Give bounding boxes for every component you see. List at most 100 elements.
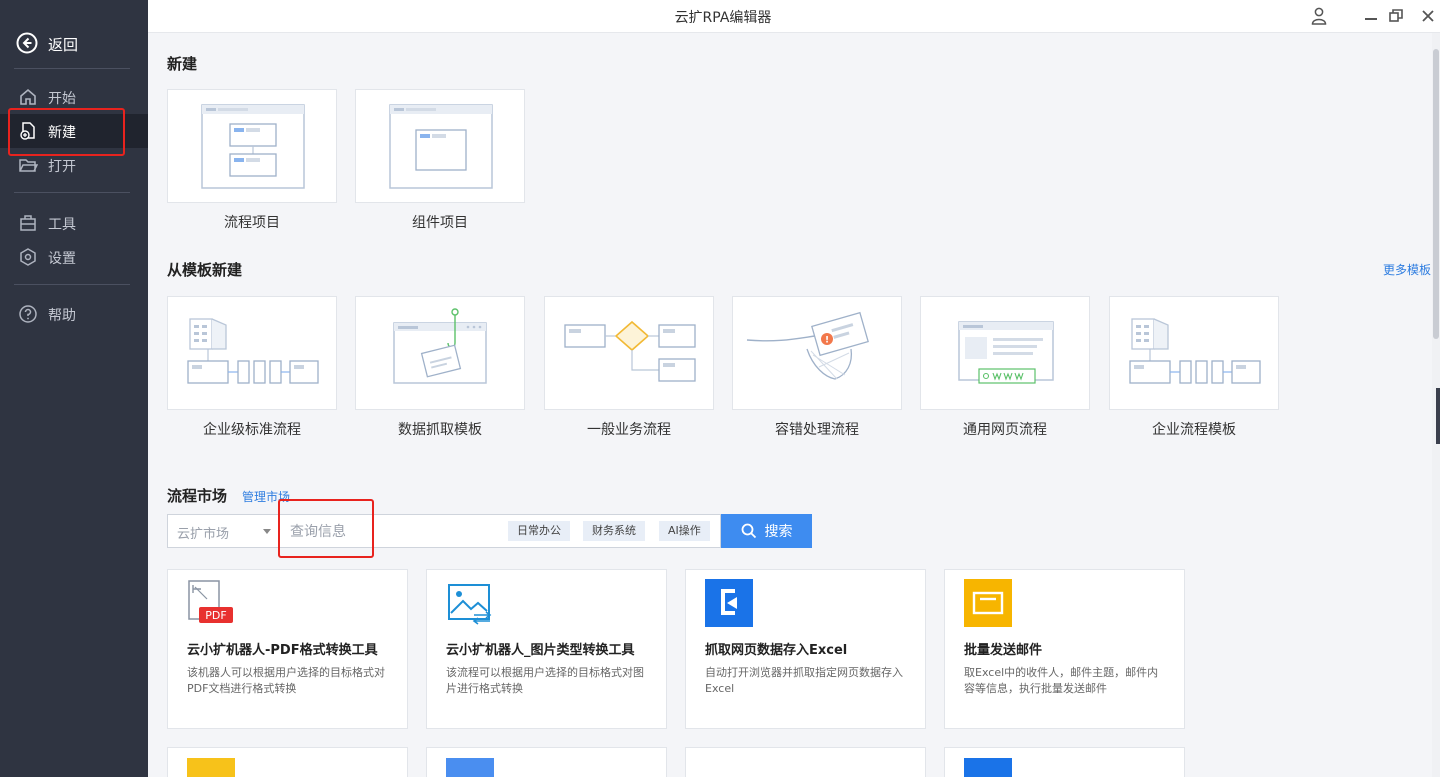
market-card-desc: 自动打开浏览器并抓取指定网页数据存入Excel bbox=[705, 666, 903, 695]
scrollbar-thumb[interactable] bbox=[1433, 49, 1439, 339]
search-button-label: 搜索 bbox=[764, 524, 793, 540]
back-label: 返回 bbox=[48, 36, 79, 54]
folder-open-icon bbox=[19, 159, 38, 172]
search-icon bbox=[741, 523, 756, 539]
sidebar-divider bbox=[14, 192, 130, 193]
market-card-title: 云小扩机器人-PDF格式转换工具 bbox=[187, 643, 378, 658]
user-button[interactable] bbox=[1309, 6, 1329, 26]
mail-icon bbox=[964, 579, 1012, 627]
sidebar-item-label: 设置 bbox=[48, 251, 76, 267]
enterprise-process-illustration bbox=[187, 318, 319, 384]
title-bar: 云扩RPA编辑器 bbox=[148, 0, 1440, 33]
user-icon bbox=[1311, 7, 1327, 25]
market-select-value: 云扩市场 bbox=[177, 527, 230, 542]
sidebar: 返回 开始 新建 打开 工具 设置 帮助 bbox=[0, 0, 148, 777]
market-card-desc: 该流程可以根据用户选择的目标格式对图片进行格式转换 bbox=[446, 666, 644, 695]
error-handling-illustration: ! bbox=[746, 311, 869, 380]
market-card-desc: 该机器人可以根据用户选择的目标格式对PDF文档进行格式转换 bbox=[187, 666, 385, 695]
back-button[interactable]: 返回 bbox=[0, 26, 148, 60]
browser-logo-icon bbox=[705, 579, 753, 627]
toolbox-icon bbox=[20, 215, 36, 231]
image-convert-icon bbox=[448, 584, 492, 625]
market-card-image-converter[interactable]: 云小扩机器人_图片类型转换工具 该流程可以根据用户选择的目标格式对图片进行格式转… bbox=[426, 569, 667, 729]
web-process-illustration bbox=[958, 321, 1054, 384]
more-templates-link[interactable]: 更多模板 bbox=[1383, 261, 1431, 278]
new-component-project-card[interactable] bbox=[355, 89, 525, 203]
sidebar-item-start[interactable]: 开始 bbox=[0, 80, 148, 114]
market-card-partial[interactable] bbox=[426, 747, 667, 777]
help-icon bbox=[19, 305, 37, 323]
close-button[interactable] bbox=[1418, 6, 1438, 26]
sidebar-item-settings[interactable]: 设置 bbox=[0, 240, 148, 274]
search-input[interactable] bbox=[280, 516, 507, 548]
tag-finance-system[interactable]: 财务系统 bbox=[583, 521, 645, 541]
minimize-icon bbox=[1365, 18, 1377, 20]
restore-button[interactable] bbox=[1386, 6, 1406, 26]
gear-icon bbox=[20, 248, 36, 266]
data-scraping-illustration bbox=[393, 308, 487, 384]
chevron-down-icon bbox=[263, 529, 271, 534]
pdf-icon: PDF bbox=[188, 580, 233, 623]
template-card-error-handling[interactable]: ! bbox=[732, 296, 902, 410]
window-title: 云扩RPA编辑器 bbox=[674, 10, 772, 26]
search-button[interactable]: 搜索 bbox=[721, 514, 812, 548]
market-search-bar: 云扩市场 日常办公 财务系统 AI操作 bbox=[167, 514, 721, 548]
card-label: 企业流程模板 bbox=[1152, 422, 1236, 438]
market-card-partial[interactable] bbox=[685, 747, 926, 777]
sidebar-item-label: 新建 bbox=[48, 125, 76, 141]
template-card-web-process[interactable] bbox=[920, 296, 1090, 410]
component-project-illustration bbox=[389, 104, 493, 189]
sidebar-item-label: 帮助 bbox=[48, 308, 76, 324]
minimize-button[interactable] bbox=[1361, 6, 1381, 26]
general-business-illustration bbox=[564, 320, 696, 382]
sidebar-item-label: 工具 bbox=[48, 217, 76, 233]
template-card-enterprise-template[interactable] bbox=[1109, 296, 1279, 410]
market-card-batch-mail[interactable]: 批量发送邮件 取Excel中的收件人，邮件主题，邮件内容等信息，执行批量发送邮件 bbox=[944, 569, 1185, 729]
sidebar-item-help[interactable]: 帮助 bbox=[0, 297, 148, 331]
card-label: 通用网页流程 bbox=[963, 422, 1047, 438]
tag-daily-office[interactable]: 日常办公 bbox=[508, 521, 570, 541]
sidebar-item-tools[interactable]: 工具 bbox=[0, 206, 148, 240]
card-label: 容错处理流程 bbox=[775, 422, 859, 438]
main-content: 新建 流程项目 组件项目 从模板新建 更多模板 企业级标准流程 数据抓取模板 一… bbox=[148, 33, 1432, 777]
card-label: 一般业务流程 bbox=[587, 422, 671, 438]
tag-ai-operation[interactable]: AI操作 bbox=[659, 521, 710, 541]
svg-text:!: ! bbox=[825, 336, 829, 346]
process-project-illustration bbox=[201, 104, 305, 189]
card-icon-partial bbox=[964, 758, 1012, 777]
template-card-general-business[interactable] bbox=[544, 296, 714, 410]
sidebar-divider bbox=[14, 284, 130, 285]
sidebar-item-label: 打开 bbox=[48, 159, 76, 175]
home-icon bbox=[20, 88, 36, 105]
sidebar-item-label: 开始 bbox=[48, 91, 76, 107]
card-icon-partial bbox=[446, 758, 494, 777]
sidebar-item-open[interactable]: 打开 bbox=[0, 148, 148, 182]
restore-icon bbox=[1389, 9, 1403, 22]
side-panel-tab[interactable] bbox=[1436, 388, 1440, 444]
market-card-partial[interactable] bbox=[167, 747, 408, 777]
new-file-icon bbox=[20, 122, 35, 140]
market-card-title: 批量发送邮件 bbox=[964, 643, 1043, 658]
enterprise-template-illustration bbox=[1129, 318, 1261, 384]
market-select[interactable]: 云扩市场 bbox=[168, 515, 279, 547]
template-card-data-scraping[interactable] bbox=[355, 296, 525, 410]
new-process-project-card[interactable] bbox=[167, 89, 337, 203]
card-icon-partial bbox=[187, 758, 235, 777]
card-label: 流程项目 bbox=[224, 215, 280, 231]
template-card-enterprise-standard[interactable] bbox=[167, 296, 337, 410]
close-icon bbox=[1422, 10, 1434, 22]
sidebar-divider bbox=[14, 68, 130, 69]
section-title-market: 流程市场 bbox=[167, 487, 228, 505]
back-arrow-icon bbox=[16, 32, 38, 54]
market-card-title: 抓取网页数据存入Excel bbox=[705, 643, 848, 658]
market-card-desc: 取Excel中的收件人，邮件主题，邮件内容等信息，执行批量发送邮件 bbox=[964, 666, 1159, 695]
section-title-new: 新建 bbox=[167, 55, 198, 73]
market-card-pdf-converter[interactable]: PDF 云小扩机器人-PDF格式转换工具 该机器人可以根据用户选择的目标格式对P… bbox=[167, 569, 408, 729]
market-card-web-to-excel[interactable]: 抓取网页数据存入Excel 自动打开浏览器并抓取指定网页数据存入Excel bbox=[685, 569, 926, 729]
card-label: 组件项目 bbox=[412, 215, 468, 231]
market-card-partial[interactable] bbox=[944, 747, 1185, 777]
manage-market-link[interactable]: 管理市场 bbox=[242, 488, 290, 505]
card-label: 数据抓取模板 bbox=[398, 422, 482, 438]
section-title-templates: 从模板新建 bbox=[167, 261, 243, 279]
sidebar-item-new[interactable]: 新建 bbox=[0, 114, 148, 148]
